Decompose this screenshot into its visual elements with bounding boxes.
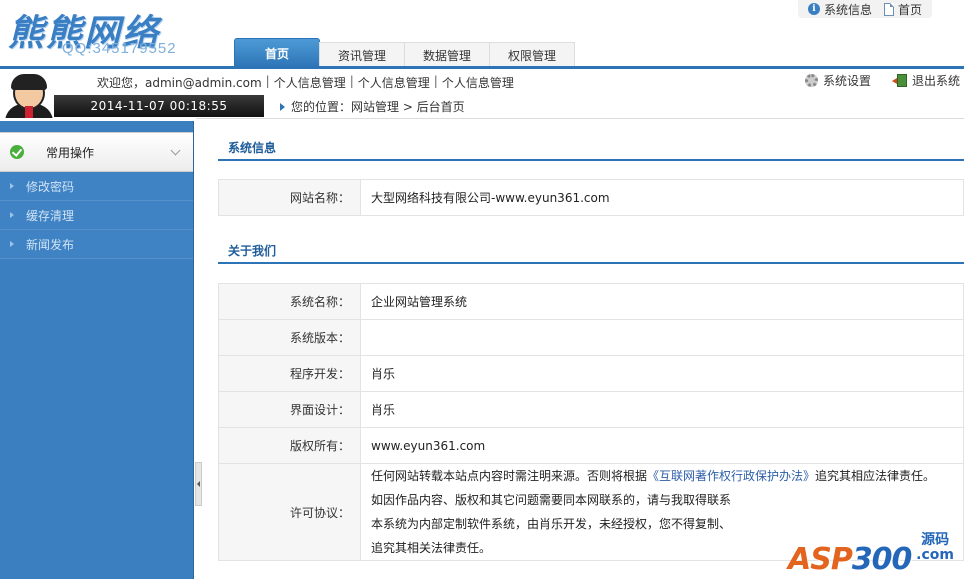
info-icon: i — [807, 3, 820, 15]
row-value: 大型网络科技有限公司-www.eyun361.com — [360, 179, 964, 216]
logout-label: 退出系统 — [911, 74, 960, 88]
license-line-1-before: 任何网站转载本站点内容时需注明来源。否则将根据 — [371, 469, 648, 483]
row-label: 系统版本： — [218, 319, 361, 356]
profile-link-3[interactable]: 个人信息管理 — [442, 74, 514, 91]
breadcrumb-text: 您的位置：网站管理 > 后台首页 — [291, 100, 465, 114]
table-row: 程序开发： 肖乐 — [218, 355, 964, 392]
row-value: www.eyun361.com — [360, 427, 964, 464]
table-row: 系统名称： 企业网站管理系统 — [218, 283, 964, 320]
row-value: 肖乐 — [360, 355, 964, 392]
tab-permission-management[interactable]: 权限管理 — [489, 42, 576, 68]
row-label: 许可协议： — [218, 463, 361, 561]
system-settings-button[interactable]: 系统设置 — [804, 72, 871, 89]
sidebar-item-label: 缓存清理 — [26, 208, 75, 223]
watermark-small: 源码 .com — [916, 533, 954, 563]
header-divider — [0, 66, 964, 69]
watermark-text: ASP300 — [788, 542, 913, 577]
home-link[interactable]: 首页 — [883, 1, 922, 18]
sidebar-group-label: 常用操作 — [46, 145, 95, 160]
sidebar-group-header[interactable]: 常用操作 — [0, 132, 193, 172]
row-value: 企业网站管理系统 — [360, 283, 964, 320]
sidebar-item-label: 修改密码 — [26, 179, 75, 194]
right-tools: 系统设置 退出系统 — [804, 72, 960, 89]
gear-icon — [804, 74, 818, 87]
chevron-left-icon — [197, 481, 200, 487]
about-us-table: 系统名称： 企业网站管理系统 系统版本： 程序开发： 肖乐 界面设计： 肖乐 版… — [218, 283, 964, 561]
sidebar-item-publish-news[interactable]: 新闻发布 — [0, 230, 193, 259]
home-link-label: 首页 — [897, 2, 922, 17]
license-line-2: 如因作品内容、版权和其它问题需要同本网联系的，请与我取得联系 — [371, 493, 732, 507]
system-info-label: 系统信息 — [823, 2, 872, 17]
table-row: 界面设计： 肖乐 — [218, 391, 964, 428]
subheader-divider — [196, 118, 964, 119]
page-icon — [883, 2, 894, 16]
profile-link-1[interactable]: 个人信息管理 — [274, 74, 346, 91]
section-title-system-info: 系统信息 — [218, 135, 964, 161]
welcome-bar: 欢迎您，admin@admin.com | 个人信息管理 | 个人信息管理 | … — [97, 74, 514, 91]
license-line-1: 任何网站转载本站点内容时需注明来源。否则将根据《互联网著作权行政保护办法》追究其… — [371, 464, 953, 488]
license-line-1-after: 追究其相应法律责任。 — [815, 469, 936, 483]
system-settings-label: 系统设置 — [822, 74, 871, 88]
separator: | — [265, 74, 270, 88]
arrow-right-icon — [10, 241, 14, 247]
row-label: 程序开发： — [218, 355, 361, 392]
watermark-text-a: ASP — [788, 542, 853, 577]
row-label: 版权所有： — [218, 427, 361, 464]
row-value — [360, 319, 964, 356]
watermark-logo: ASP300 源码 .com — [788, 531, 956, 578]
triangle-right-icon — [280, 102, 285, 111]
sidebar-collapse-handle[interactable] — [195, 462, 202, 506]
watermark-small-2: .com — [916, 547, 954, 563]
sidebar-item-change-password[interactable]: 修改密码 — [0, 172, 193, 201]
check-icon — [10, 145, 24, 159]
main-content: 系统信息 网站名称： 大型网络科技有限公司-www.eyun361.com 关于… — [203, 121, 964, 579]
sidebar-item-clear-cache[interactable]: 缓存清理 — [0, 201, 193, 230]
logo-qq: QQ:345179552 — [62, 40, 177, 57]
exit-icon — [891, 74, 907, 87]
chevron-down-icon — [170, 145, 181, 156]
system-info-table: 网站名称： 大型网络科技有限公司-www.eyun361.com — [218, 179, 964, 216]
table-row: 系统版本： — [218, 319, 964, 356]
datetime-display: 2014-11-07 00:18:55 — [54, 95, 264, 117]
table-row: 版权所有： www.eyun361.com — [218, 427, 964, 464]
sidebar: 常用操作 修改密码 缓存清理 新闻发布 — [0, 121, 194, 579]
avatar-tie — [25, 106, 33, 118]
top-links: i 系统信息 首页 — [797, 0, 932, 18]
table-row: 网站名称： 大型网络科技有限公司-www.eyun361.com — [218, 179, 964, 216]
system-info-link[interactable]: i 系统信息 — [807, 1, 872, 18]
row-label: 系统名称： — [218, 283, 361, 320]
tab-data-management[interactable]: 数据管理 — [404, 42, 491, 68]
separator: | — [349, 74, 354, 88]
profile-link-2[interactable]: 个人信息管理 — [358, 74, 430, 91]
avatar-hair — [11, 74, 47, 90]
logout-button[interactable]: 退出系统 — [891, 72, 960, 89]
sidebar-item-label: 新闻发布 — [26, 237, 75, 252]
tab-home[interactable]: 首页 — [234, 38, 321, 68]
section-title-about-us: 关于我们 — [218, 238, 964, 264]
row-label: 界面设计： — [218, 391, 361, 428]
row-value: 肖乐 — [360, 391, 964, 428]
avatar — [4, 74, 54, 118]
row-label: 网站名称： — [218, 179, 361, 216]
arrow-right-icon — [10, 212, 14, 218]
welcome-text: 欢迎您，admin@admin.com — [97, 76, 262, 90]
tab-news-management[interactable]: 资讯管理 — [319, 42, 406, 68]
separator: | — [433, 74, 438, 88]
header: 熊熊网络 QQ:345179552 i 系统信息 首页 首页 资讯管理 数据管理… — [0, 0, 964, 68]
breadcrumb: 您的位置：网站管理 > 后台首页 — [280, 98, 465, 115]
watermark-small-1: 源码 — [921, 532, 950, 548]
watermark-text-b: 300 — [851, 542, 913, 577]
arrow-right-icon — [10, 183, 14, 189]
nav-tabs: 首页 资讯管理 数据管理 权限管理 — [234, 38, 576, 68]
license-law-link[interactable]: 《互联网著作权行政保护办法》 — [647, 469, 815, 483]
